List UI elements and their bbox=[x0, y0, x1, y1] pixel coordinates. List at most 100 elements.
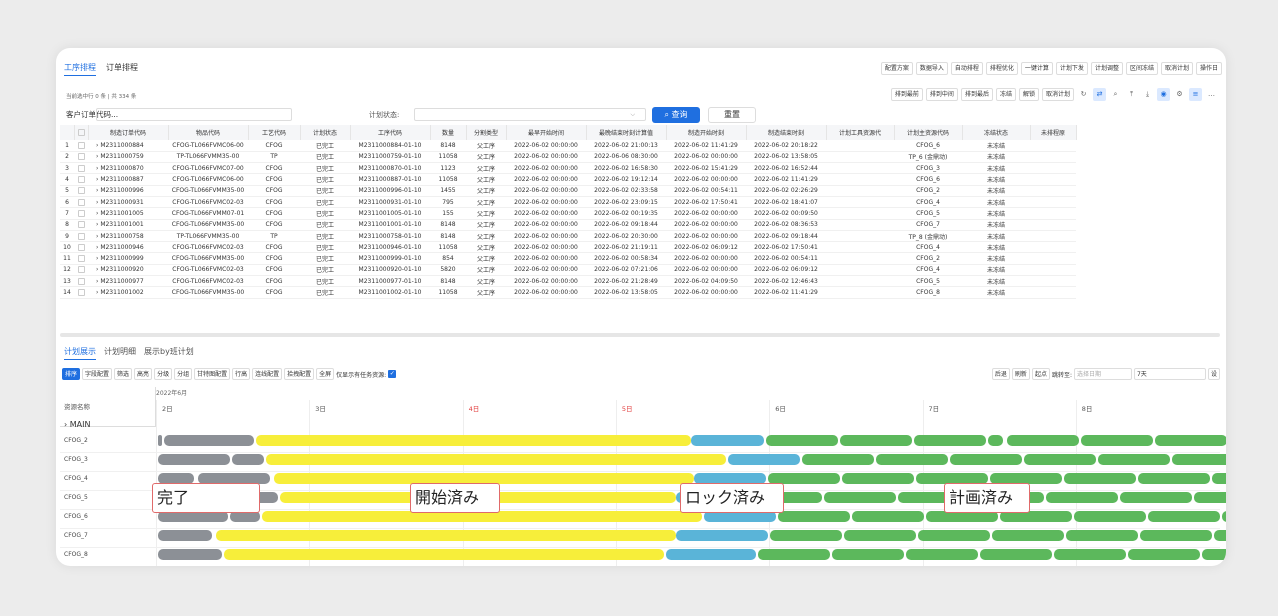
row-action-button-0[interactable]: 排到最前 bbox=[890, 88, 923, 101]
gantt-bar-planned[interactable] bbox=[1074, 511, 1146, 522]
gantt-tool-9[interactable]: 拾拽配置 bbox=[284, 368, 315, 380]
gantt-bar-planned[interactable] bbox=[1155, 435, 1226, 446]
row-checkbox[interactable] bbox=[77, 164, 85, 172]
gantt-bar-planned[interactable] bbox=[1128, 549, 1200, 560]
table-cell[interactable]: › M2311000758 bbox=[88, 230, 168, 243]
tab-shift-plan[interactable]: 展示by班计划 bbox=[144, 346, 194, 360]
gantt-bar-planned[interactable] bbox=[1214, 530, 1226, 541]
row-action-button-1[interactable]: 排到中间 bbox=[925, 88, 958, 101]
table-cell[interactable]: 9 bbox=[60, 230, 74, 243]
table-cell[interactable]: › M2311000996 bbox=[88, 185, 168, 197]
gantt-tool-6[interactable]: 甘特图配置 bbox=[194, 368, 231, 380]
list-icon[interactable]: ≡ bbox=[1189, 88, 1202, 101]
gantt-bar-planned[interactable] bbox=[980, 549, 1052, 560]
row-action-button-2[interactable]: 排到最后 bbox=[960, 88, 993, 101]
column-header-10[interactable]: 最晚结束时刻计算值 bbox=[586, 125, 667, 140]
gantt-bar-planned[interactable] bbox=[840, 435, 912, 446]
toolbar-button-6[interactable]: 计划调整 bbox=[1090, 62, 1123, 75]
gantt-bar-planned[interactable] bbox=[1024, 454, 1096, 465]
gantt-bar-planned[interactable] bbox=[1222, 511, 1226, 522]
more-icon[interactable]: … bbox=[1205, 88, 1218, 101]
column-header-14[interactable]: 计划主资源代码 bbox=[894, 125, 963, 140]
gantt-nav-1[interactable]: 刷新 bbox=[1011, 368, 1030, 380]
column-header-3[interactable]: 物品代码 bbox=[168, 125, 249, 140]
table-cell[interactable]: › M2311001002 bbox=[88, 286, 168, 299]
gantt-nav-5[interactable]: 7天 bbox=[1133, 368, 1206, 380]
refresh-icon[interactable]: ↻ bbox=[1077, 88, 1090, 101]
table-cell[interactable] bbox=[74, 219, 88, 231]
row-checkbox[interactable] bbox=[77, 141, 85, 149]
tab-plan-view[interactable]: 计划展示 bbox=[64, 346, 96, 360]
column-header-7[interactable]: 数量 bbox=[430, 125, 467, 140]
table-cell[interactable] bbox=[74, 230, 88, 243]
table-row[interactable]: 11 › M2311000999 CFOG-TL066FVMM35-00 CFOG 已完… bbox=[60, 252, 1076, 265]
table-cell[interactable]: 3 bbox=[60, 162, 74, 175]
table-cell[interactable]: 4 bbox=[60, 173, 74, 186]
gantt-bar-planned[interactable] bbox=[876, 454, 948, 465]
gantt-bar-locked[interactable] bbox=[676, 530, 768, 541]
table-cell[interactable]: › M2311000884 bbox=[88, 140, 168, 152]
upload-icon[interactable]: ⤒ bbox=[1125, 88, 1138, 101]
column-header-11[interactable]: 制造开始时刻 bbox=[666, 125, 747, 140]
toolbar-button-4[interactable]: 一键计算 bbox=[1020, 62, 1053, 75]
gantt-nav-2[interactable]: 起点 bbox=[1031, 368, 1050, 380]
row-checkbox[interactable] bbox=[77, 232, 85, 240]
table-row[interactable]: 13 › M2311000977 CFOG-TL066FVMC02-03 CFOG 已完… bbox=[60, 275, 1076, 288]
reset-button[interactable]: 重置 bbox=[708, 107, 756, 123]
gantt-bar-planned[interactable] bbox=[842, 473, 914, 484]
row-checkbox[interactable] bbox=[77, 221, 85, 229]
table-cell[interactable]: 11 bbox=[60, 252, 74, 265]
row-checkbox[interactable] bbox=[77, 209, 85, 217]
gantt-bar-planned[interactable] bbox=[1007, 435, 1079, 446]
select-all-checkbox[interactable] bbox=[77, 129, 85, 136]
gantt-tool-10[interactable]: 全屏 bbox=[316, 368, 335, 380]
table-cell[interactable]: › M2311000870 bbox=[88, 162, 168, 175]
toolbar-button-0[interactable]: 配置方案 bbox=[880, 62, 913, 75]
resource-label[interactable]: CFOG_4 bbox=[64, 475, 88, 482]
gantt-bar-started[interactable] bbox=[224, 549, 664, 560]
gantt-bar-done[interactable] bbox=[164, 435, 254, 446]
table-row[interactable]: 8 › M2311001001 CFOG-TL066FVMM35-00 CFOG 已完工… bbox=[60, 219, 1076, 231]
gantt-bar-planned[interactable] bbox=[1212, 473, 1226, 484]
table-row[interactable]: 10 › M2311000946 CFOG-TL066FVMC02-03 CFOG 已完… bbox=[60, 241, 1076, 254]
table-cell[interactable]: 7 bbox=[60, 207, 74, 220]
sync-icon[interactable]: ⇄ bbox=[1093, 88, 1106, 101]
gantt-bar-planned[interactable] bbox=[950, 454, 1022, 465]
table-cell[interactable]: 12 bbox=[60, 264, 74, 277]
resource-label[interactable]: CFOG_6 bbox=[64, 513, 88, 520]
column-header-12[interactable]: 制造结束时刻 bbox=[746, 125, 827, 140]
column-header-0[interactable] bbox=[60, 125, 75, 140]
column-header-4[interactable]: 工艺代码 bbox=[248, 125, 301, 140]
gantt-bar-locked[interactable] bbox=[691, 435, 764, 446]
table-cell[interactable]: › M2311000887 bbox=[88, 173, 168, 186]
row-checkbox[interactable] bbox=[77, 198, 85, 206]
toolbar-button-9[interactable]: 操作日 bbox=[1195, 62, 1222, 75]
table-cell[interactable] bbox=[74, 252, 88, 265]
gantt-tool-0[interactable]: 排序 bbox=[62, 368, 81, 380]
toolbar-button-8[interactable]: 取消计划 bbox=[1160, 62, 1193, 75]
main-group-label[interactable]: › MAIN bbox=[64, 420, 90, 429]
gantt-tool-3[interactable]: 高亮 bbox=[134, 368, 153, 380]
gantt-bar-planned[interactable] bbox=[852, 511, 924, 522]
tab-process-schedule[interactable]: 工序排程 bbox=[64, 62, 96, 76]
tab-order-schedule[interactable]: 订单排程 bbox=[106, 62, 138, 76]
column-header-8[interactable]: 分割类型 bbox=[466, 125, 507, 140]
row-checkbox[interactable] bbox=[77, 277, 85, 285]
resource-label[interactable]: CFOG_8 bbox=[64, 551, 88, 558]
gantt-tool-4[interactable]: 分级 bbox=[154, 368, 173, 380]
table-cell[interactable]: 5 bbox=[60, 185, 74, 197]
column-header-2[interactable]: 制造订单代码 bbox=[88, 125, 169, 140]
gantt-nav-4[interactable]: 选择日期 bbox=[1073, 368, 1132, 380]
gantt-bar-done[interactable] bbox=[158, 530, 212, 541]
table-cell[interactable] bbox=[74, 286, 88, 299]
table-cell[interactable]: › M2311000920 bbox=[88, 264, 168, 277]
column-header-1[interactable] bbox=[74, 125, 89, 140]
gantt-tool-7[interactable]: 行高 bbox=[232, 368, 251, 380]
gantt-bar-planned[interactable] bbox=[1194, 492, 1226, 503]
gantt-bar-planned[interactable] bbox=[758, 549, 830, 560]
table-cell[interactable] bbox=[74, 241, 88, 254]
table-row[interactable]: 4 › M2311000887 CFOG-TL066FVMC06-00 CFOG 已完工… bbox=[60, 173, 1076, 186]
gantt-bar-planned[interactable] bbox=[844, 530, 916, 541]
gantt-bar-locked[interactable] bbox=[728, 454, 800, 465]
gantt-bar-planned[interactable] bbox=[1172, 454, 1226, 465]
